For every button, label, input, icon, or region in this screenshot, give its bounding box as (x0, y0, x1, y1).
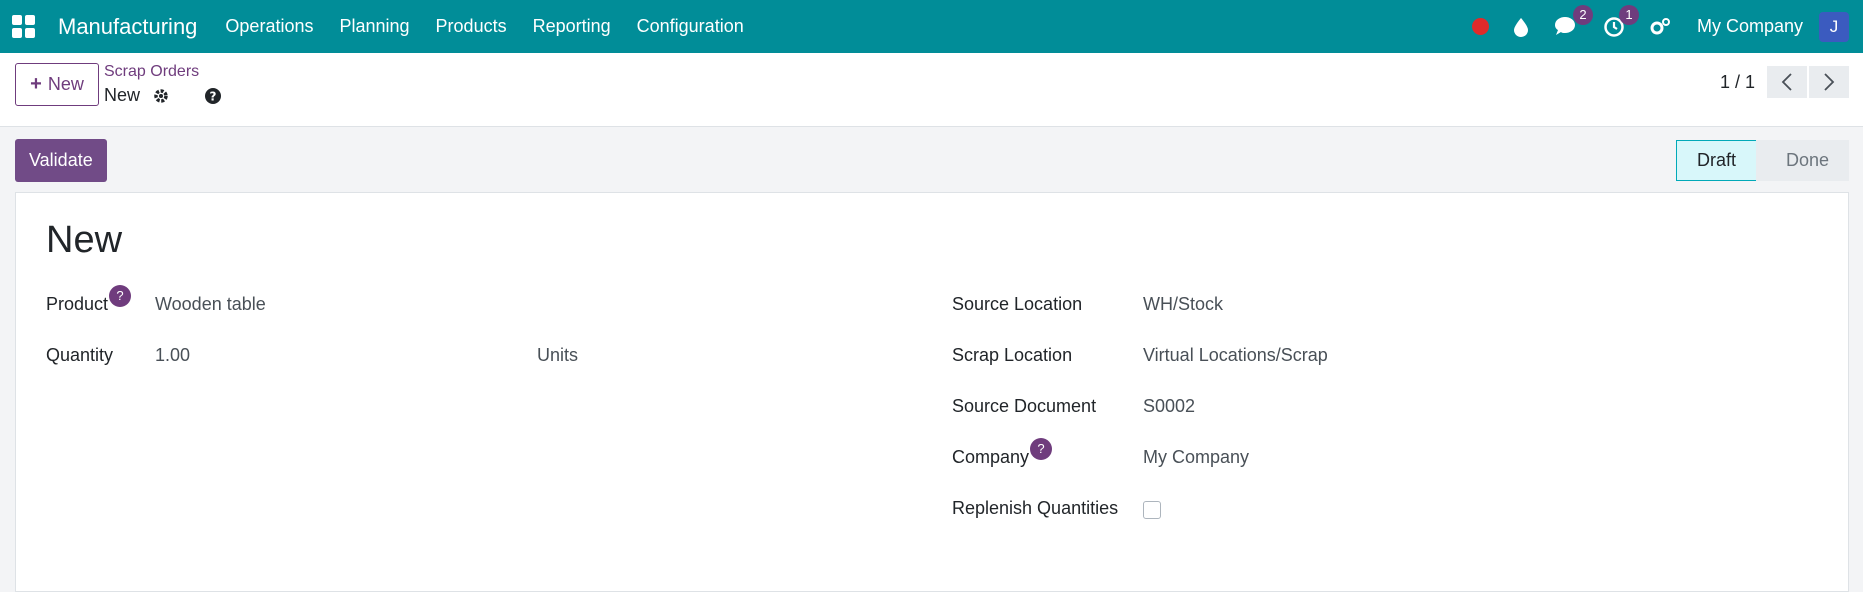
stage-draft[interactable]: Draft (1675, 140, 1756, 181)
settings-gears-icon[interactable] (1649, 17, 1671, 37)
quantity-field[interactable]: 1.00 (155, 345, 190, 366)
product-help-icon[interactable]: ? (109, 284, 132, 307)
product-label-text: Product (46, 294, 109, 314)
pager-next-button[interactable] (1809, 66, 1849, 98)
record-title[interactable]: New (46, 219, 122, 262)
new-button[interactable]: + New (15, 63, 99, 106)
activities-badge: 1 (1618, 4, 1639, 25)
app-brand[interactable]: Manufacturing (58, 14, 197, 40)
form-statusbar: Validate Draft Done (0, 127, 1863, 192)
activities-clock-icon[interactable]: 1 (1603, 4, 1639, 38)
apps-menu-icon[interactable] (12, 14, 36, 39)
breadcrumb: Scrap Orders New ? (104, 63, 222, 106)
drop-icon[interactable] (1513, 17, 1529, 37)
validate-button[interactable]: Validate (15, 139, 107, 182)
user-avatar[interactable]: J (1819, 11, 1849, 42)
pager-previous-button[interactable] (1767, 66, 1807, 98)
recording-icon[interactable] (1471, 18, 1489, 35)
product-field-label: Product? (46, 284, 132, 317)
menu-planning[interactable]: Planning (339, 16, 409, 37)
uom-field[interactable]: Units (537, 345, 578, 366)
chevron-left-icon (1781, 73, 1792, 91)
product-field[interactable]: Wooden table (155, 294, 266, 315)
question-circle-icon[interactable]: ? (204, 87, 222, 105)
company-label-text: Company (952, 447, 1030, 467)
company-help-icon[interactable]: ? (1030, 437, 1053, 460)
new-button-label: New (47, 74, 84, 94)
plus-icon: + (30, 73, 42, 95)
replenish-quantities-checkbox[interactable] (1143, 501, 1161, 519)
menu-reporting[interactable]: Reporting (533, 16, 611, 37)
menu-products[interactable]: Products (436, 16, 507, 37)
breadcrumb-scrap-orders[interactable]: Scrap Orders (104, 63, 222, 81)
scrap-location-label: Scrap Location (952, 345, 1073, 365)
control-panel: + New Scrap Orders New ? 1 / 1 (0, 53, 1863, 127)
company-field[interactable]: My Company (1143, 447, 1249, 468)
source-location-label: Source Location (952, 294, 1083, 314)
pager-value[interactable]: 1 / 1 (1720, 72, 1755, 93)
stage-pipeline: Draft Done (1675, 140, 1849, 181)
stage-done[interactable]: Done (1755, 140, 1849, 181)
navbar-systray: 2 1 My Company J (1448, 0, 1849, 53)
svg-text:?: ? (210, 89, 217, 103)
messages-icon[interactable]: 2 (1553, 4, 1593, 38)
messages-badge: 2 (1572, 4, 1593, 25)
replenish-quantities-label: Replenish Quantities (952, 498, 1119, 518)
source-document-label: Source Document (952, 396, 1097, 416)
scrap-location-field[interactable]: Virtual Locations/Scrap (1143, 345, 1328, 366)
menu-operations[interactable]: Operations (225, 16, 313, 37)
breadcrumb-current: New (104, 85, 141, 105)
pager: 1 / 1 (1720, 66, 1849, 98)
menu-configuration[interactable]: Configuration (637, 16, 744, 37)
quantity-field-label: Quantity (46, 345, 114, 365)
company-switcher[interactable]: My Company (1697, 16, 1803, 37)
source-location-field[interactable]: WH/Stock (1143, 294, 1223, 315)
company-field-label: Company? (952, 437, 1053, 470)
source-document-field[interactable]: S0002 (1143, 396, 1195, 417)
chevron-right-icon (1824, 73, 1835, 91)
gear-icon[interactable] (152, 87, 170, 105)
top-navbar: Manufacturing Operations Planning Produc… (0, 0, 1863, 53)
form-sheet: New Product? Wooden table Quantity 1.00 … (15, 192, 1849, 592)
